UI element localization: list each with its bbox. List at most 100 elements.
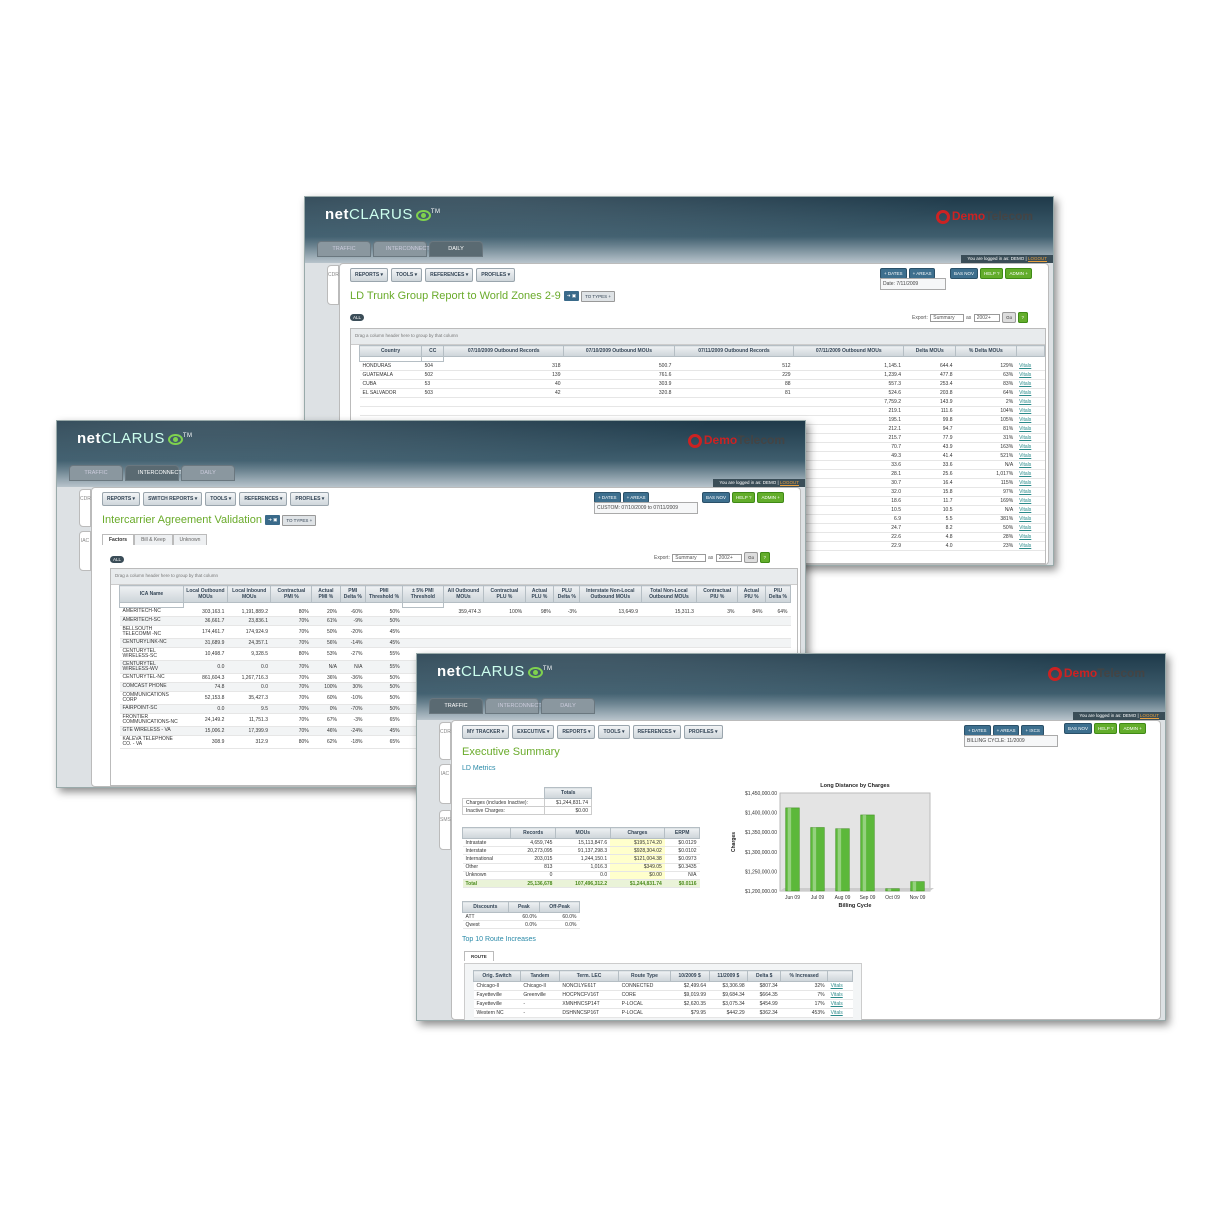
tab-interconnect[interactable]: INTERCONNECT xyxy=(485,698,542,714)
column-header[interactable]: 11/2009 $ xyxy=(708,970,749,982)
vitals-link[interactable]: Vitals xyxy=(827,981,853,991)
column-header[interactable]: Interstate Non-Local Outbound MOUs xyxy=(579,585,642,603)
help-icon[interactable]: ? xyxy=(759,552,771,563)
column-header[interactable]: Actual PMI % xyxy=(311,585,341,603)
vitals-link[interactable]: Vitals xyxy=(1016,460,1045,470)
column-header[interactable]: Delta $ xyxy=(747,970,782,982)
to-types-button[interactable]: TO TYPES + xyxy=(282,514,317,526)
vitals-link[interactable]: Vitals xyxy=(1016,379,1045,389)
column-header[interactable]: Actual PIU % xyxy=(736,585,766,603)
column-header[interactable]: ± 5% PMI Threshold xyxy=(402,585,444,603)
vitals-link[interactable]: Vitals xyxy=(1016,406,1045,416)
tab-daily[interactable]: DAILY xyxy=(541,698,595,714)
tab-daily[interactable]: DAILY xyxy=(181,465,235,481)
menu-profiles[interactable]: PROFILES ▾ xyxy=(290,492,330,506)
logout-link[interactable]: LOGOUT xyxy=(780,480,799,485)
subtab-unknown[interactable]: Unknown xyxy=(172,534,208,545)
vitals-link[interactable]: Vitals xyxy=(827,990,853,1000)
go-button[interactable]: Go xyxy=(1002,312,1017,323)
vitals-link[interactable]: Vitals xyxy=(1016,397,1045,407)
admin-button[interactable]: ADMIN + xyxy=(1119,723,1146,734)
side-tab-iac[interactable]: IAC xyxy=(439,764,451,804)
column-header[interactable]: Route Type xyxy=(618,970,671,982)
column-header[interactable]: % Delta MOUs xyxy=(955,345,1017,357)
tab-traffic[interactable]: TRAFFIC xyxy=(429,698,483,714)
menu-references[interactable]: REFERENCES ▾ xyxy=(425,268,474,282)
subtab-factors[interactable]: Factors xyxy=(102,534,135,545)
subtab-bill-keep[interactable]: Bill & Keep xyxy=(134,534,173,545)
help-button[interactable]: HELP ? xyxy=(732,492,756,503)
help-button[interactable]: HELP ? xyxy=(980,268,1004,279)
column-header[interactable]: Tandem xyxy=(519,970,560,982)
column-header[interactable]: PMI Threshold % xyxy=(364,585,404,603)
menu-switch-reports[interactable]: SWITCH REPORTS ▾ xyxy=(143,492,203,506)
column-header[interactable]: Contractual PIU % xyxy=(696,585,738,603)
tab-interconnect[interactable]: INTERCONNECT xyxy=(125,465,182,481)
vitals-link[interactable]: Vitals xyxy=(1016,415,1045,425)
vitals-link[interactable]: Vitals xyxy=(1016,478,1045,488)
vitals-link[interactable]: Vitals xyxy=(1016,424,1045,434)
vitals-link[interactable]: Vitals xyxy=(827,999,853,1009)
column-header[interactable]: Contractual PMI % xyxy=(270,585,313,603)
side-tab-cdr[interactable]: CDR xyxy=(79,489,91,527)
vitals-link[interactable]: Vitals xyxy=(1016,514,1045,524)
subtab-route[interactable]: ROUTE xyxy=(464,951,494,961)
menu-my-tracker[interactable]: MY TRACKER ▾ xyxy=(462,725,510,739)
column-header[interactable]: % Increased xyxy=(780,970,829,982)
menu-profiles[interactable]: PROFILES ▾ xyxy=(683,725,723,739)
help-icon[interactable]: ? xyxy=(1017,312,1029,323)
export-version-select[interactable]: 2002+ xyxy=(715,554,742,562)
logout-link[interactable]: LOGOUT xyxy=(1028,256,1047,261)
column-header[interactable]: 07/11/2009 Outbound MOUs xyxy=(793,345,905,357)
column-header[interactable]: Orig. Switch xyxy=(473,970,521,982)
column-header[interactable]: All Outbound MOUs xyxy=(442,585,485,603)
vitals-link[interactable]: Vitals xyxy=(1016,469,1045,479)
tab-interconnect[interactable]: INTERCONNECT xyxy=(373,241,430,257)
vitals-link[interactable]: Vitals xyxy=(1016,451,1045,461)
column-header[interactable]: PIU Delta % xyxy=(764,585,792,603)
menu-references[interactable]: REFERENCES ▾ xyxy=(632,725,681,739)
vitals-link[interactable]: Vitals xyxy=(1016,487,1045,497)
side-tab-iac[interactable]: IAC xyxy=(79,531,91,571)
tab-daily[interactable]: DAILY xyxy=(429,241,483,257)
column-header[interactable]: Term. LEC xyxy=(558,970,620,982)
vitals-link[interactable]: Vitals xyxy=(1016,433,1045,443)
menu-reports[interactable]: REPORTS ▾ xyxy=(102,492,141,506)
vitals-link[interactable]: Vitals xyxy=(1016,541,1045,551)
column-header[interactable] xyxy=(827,970,853,982)
to-types-button[interactable]: TO TYPES + xyxy=(581,290,616,302)
column-header[interactable]: Contractual PLU % xyxy=(483,585,526,603)
export-format-select[interactable]: Summary xyxy=(672,554,706,562)
column-header[interactable]: 07/11/2009 Outbound Records xyxy=(673,345,795,357)
all-toggle[interactable]: ALL xyxy=(110,556,125,563)
menu-profiles[interactable]: PROFILES ▾ xyxy=(476,268,516,282)
column-header[interactable]: 07/10/2009 Outbound Records xyxy=(443,345,564,357)
all-toggle[interactable]: ALL xyxy=(350,314,365,321)
column-header[interactable]: Actual PLU % xyxy=(524,585,555,603)
admin-button[interactable]: ADMIN + xyxy=(757,492,784,503)
vitals-link[interactable]: Vitals xyxy=(1016,532,1045,542)
side-tab-cdr[interactable]: CDR xyxy=(327,265,339,305)
logout-link[interactable]: LOGOUT xyxy=(1140,713,1159,718)
vitals-link[interactable]: Vitals xyxy=(1016,370,1045,380)
menu-reports[interactable]: REPORTS ▾ xyxy=(557,725,596,739)
export-format-select[interactable]: Summary xyxy=(930,314,964,322)
column-header[interactable] xyxy=(1015,345,1045,357)
menu-tools[interactable]: TOOLS ▾ xyxy=(598,725,630,739)
tab-traffic[interactable]: TRAFFIC xyxy=(69,465,123,481)
menu-reports[interactable]: REPORTS ▾ xyxy=(350,268,389,282)
column-header[interactable]: PLU Delta % xyxy=(553,585,581,603)
vitals-link[interactable]: Vitals xyxy=(1016,361,1045,371)
vitals-link[interactable]: Vitals xyxy=(1016,496,1045,506)
side-tab-cdr[interactable]: CDR xyxy=(439,722,451,760)
column-header[interactable]: Country xyxy=(358,345,423,357)
tab-traffic[interactable]: TRAFFIC xyxy=(317,241,371,257)
admin-button[interactable]: ADMIN + xyxy=(1005,268,1032,279)
go-button[interactable]: Go xyxy=(744,552,759,563)
vitals-link[interactable]: Vitals xyxy=(1016,523,1045,533)
go-arrow-button[interactable]: ➜ ▣ xyxy=(265,515,281,526)
bas-nov-button[interactable]: BAS NOV xyxy=(1064,723,1093,734)
column-header[interactable]: CC xyxy=(421,345,445,357)
menu-executive[interactable]: EXECUTIVE ▾ xyxy=(512,725,555,739)
vitals-link[interactable]: Vitals xyxy=(1016,388,1045,398)
